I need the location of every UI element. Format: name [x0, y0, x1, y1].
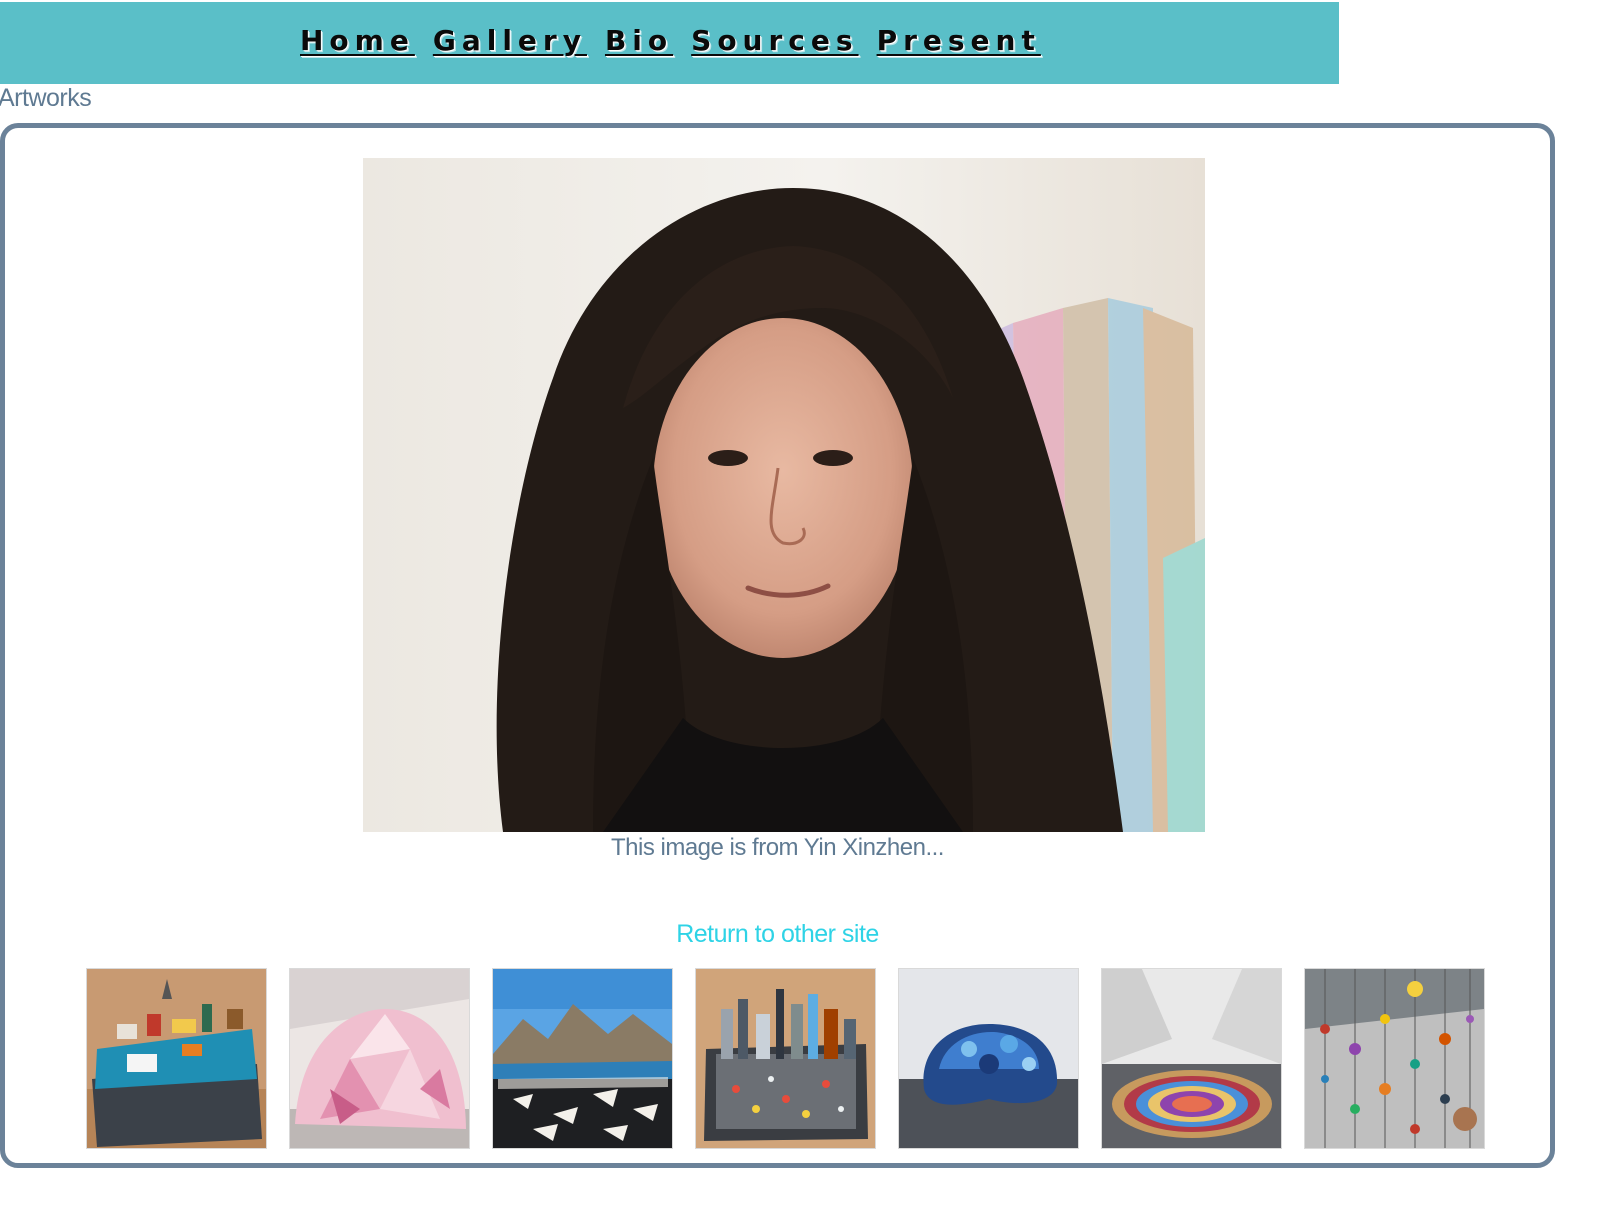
thumbnail-strip — [87, 969, 1484, 1148]
blue-sculpture-thumbnail[interactable] — [899, 969, 1078, 1148]
suitcase-city-thumbnail[interactable] — [87, 969, 266, 1148]
nav-gallery-link[interactable]: Gallery — [433, 24, 587, 57]
return-link[interactable]: Return to other site — [5, 920, 1550, 949]
navbar: Home Gallery Bio Sources Present — [0, 2, 1339, 84]
gallery-container: This image is from Yin Xinzhen... Return… — [0, 123, 1555, 1168]
mountain-landscape-thumbnail[interactable] — [493, 969, 672, 1148]
portrait-illustration — [363, 158, 1205, 832]
nav-bio-link[interactable]: Bio — [605, 24, 673, 57]
tray-city-thumbnail[interactable] — [696, 969, 875, 1148]
hanging-objects-thumbnail[interactable] — [1305, 969, 1484, 1148]
pink-dome-thumbnail[interactable] — [290, 969, 469, 1148]
main-portrait-image — [363, 158, 1205, 832]
nav-present-link[interactable]: Present — [877, 24, 1041, 57]
circular-rug-thumbnail[interactable] — [1102, 969, 1281, 1148]
nav-links: Home Gallery Bio Sources Present — [300, 24, 1041, 57]
image-caption: This image is from Yin Xinzhen... — [611, 834, 944, 861]
nav-sources-link[interactable]: Sources — [691, 24, 858, 57]
nav-home-link[interactable]: Home — [300, 24, 415, 57]
section-heading: Artworks — [0, 84, 92, 112]
